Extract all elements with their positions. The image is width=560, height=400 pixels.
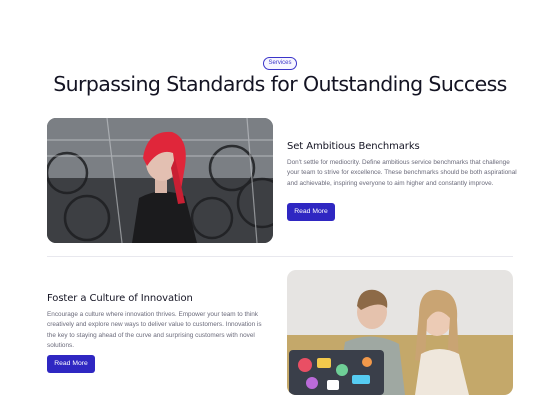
- section-heading: Surpassing Standards for Outstanding Suc…: [53, 72, 507, 96]
- feature-title-benchmarks: Set Ambitious Benchmarks: [287, 141, 420, 152]
- section-divider: [47, 256, 513, 257]
- feature-image-benchmarks: [47, 118, 273, 243]
- read-more-button-innovation[interactable]: Read More: [47, 355, 95, 373]
- feature-text-innovation: Encourage a culture where innovation thr…: [47, 311, 262, 349]
- feature-image-innovation: [287, 270, 513, 395]
- feature-text-benchmarks: Don't settle for mediocrity. Define ambi…: [287, 159, 517, 187]
- read-more-button-benchmarks[interactable]: Read More: [287, 203, 335, 221]
- services-badge: Services: [263, 57, 297, 70]
- feature-title-innovation: Foster a Culture of Innovation: [47, 293, 193, 304]
